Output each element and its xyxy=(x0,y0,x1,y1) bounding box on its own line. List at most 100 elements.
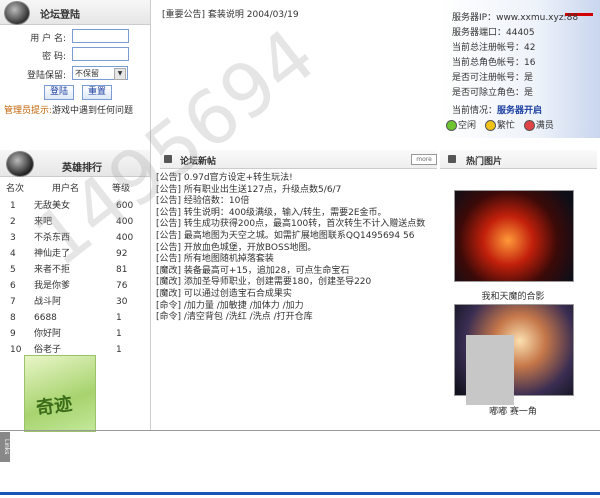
rank-level: 1 xyxy=(116,345,122,355)
ranking-row[interactable]: 1 无敌美女 600 xyxy=(0,198,150,214)
forum-post[interactable]: [公告] 所有职业出生送127点，升级点数5/6/7 xyxy=(156,185,341,196)
server-info-line: 服务器IP：www.xxmu.xyz:88 xyxy=(452,13,579,23)
login-title: 论坛登陆 xyxy=(40,10,80,21)
forum-post[interactable]: [命令] /加力量 /加敏捷 /加体力 /加力 xyxy=(156,301,304,312)
hot-bullet-icon xyxy=(448,155,456,163)
rank-user: 无敌美女 xyxy=(34,201,71,211)
forum-bullet-icon xyxy=(164,155,172,163)
rank-level: 400 xyxy=(116,233,134,243)
ranking-columns: 名次 用户名 等级 xyxy=(0,181,150,195)
server-info-line: 当前总注册帐号：42 xyxy=(452,43,536,53)
rank-level: 76 xyxy=(116,281,128,291)
forum-post[interactable]: [命令] /清空背包 /洗红 /洗点 /打开仓库 xyxy=(156,312,313,323)
rank-number: 3 xyxy=(10,233,16,243)
ranking-title: 英雄排行 xyxy=(62,163,102,174)
forum-title: 论坛新帖 xyxy=(180,157,217,167)
rank-level: 400 xyxy=(116,217,134,227)
forum-post[interactable]: [公告] 经验倍数：10倍 xyxy=(156,196,249,207)
notice-link[interactable]: [重要公告] 套装说明 2004/03/19 xyxy=(162,7,299,20)
admin-tip: 管理员提示:游戏中遇到任何问题 xyxy=(4,103,154,116)
hot-picture-2-caption[interactable]: 嘟嘟 赛一角 xyxy=(454,404,572,417)
rank-user: 神仙走了 xyxy=(34,249,71,259)
username-input[interactable] xyxy=(72,29,129,43)
rank-user: 来者不拒 xyxy=(34,265,71,275)
rank-number: 2 xyxy=(10,217,16,227)
ranking-row[interactable]: 2 来吧 400 xyxy=(0,214,150,230)
rank-number: 6 xyxy=(10,281,16,291)
col-user: 用户名 xyxy=(52,184,80,194)
rank-number: 8 xyxy=(10,313,16,323)
admin-tip-text: 游戏中遇到任何问题 xyxy=(52,106,134,116)
forum-post[interactable]: [公告] 开放血色城堡，开放BOSS地图。 xyxy=(156,243,316,254)
rank-number: 7 xyxy=(10,297,16,307)
rank-number: 5 xyxy=(10,265,16,275)
forum-post[interactable]: [公告] 0.97d官方设定+转生玩法! xyxy=(156,173,293,184)
ranking-row[interactable]: 7 战斗阿 30 xyxy=(0,294,150,310)
rank-level: 1 xyxy=(116,329,122,339)
idle-status-icon xyxy=(446,120,457,131)
rank-user: 6688 xyxy=(34,313,57,323)
busy-status-icon xyxy=(484,120,496,131)
ranking-row[interactable]: 8 6688 1 xyxy=(0,310,150,326)
forum-post[interactable]: [公告] 转生成功获得200点，最高100转，首次转生不计入赠送点数 xyxy=(156,219,425,230)
server-legend: 空闲 繁忙 满员 xyxy=(446,120,586,132)
rank-level: 30 xyxy=(116,297,128,307)
rank-number: 9 xyxy=(10,329,16,339)
ranking-row[interactable]: 6 我是你爹 76 xyxy=(0,278,150,294)
reset-button[interactable]: 重置 xyxy=(82,85,112,100)
footer-divider xyxy=(0,430,600,431)
forum-post[interactable]: [公告] 转生说明：400级满级，输入/转生，需要2E金币。 xyxy=(156,208,387,219)
rank-number: 4 xyxy=(10,249,16,259)
forum-post[interactable]: [魔改] 可以通过创造宝石合成果实 xyxy=(156,289,292,300)
rank-user: 我是你爹 xyxy=(34,281,71,291)
forum-post[interactable]: [魔改] 装备最高可+15，追加28，可点生命宝石 xyxy=(156,266,349,277)
password-input[interactable] xyxy=(72,47,129,61)
ranking-avatar xyxy=(6,151,34,177)
hot-pictures-header xyxy=(440,150,597,169)
hot-pictures-title: 热门图片 xyxy=(466,157,503,167)
forum-post[interactable]: [公告] 所有地图随机掉落套装 xyxy=(156,254,274,265)
rank-user: 你好阿 xyxy=(34,329,62,339)
forum-more-button[interactable]: more xyxy=(411,154,437,165)
login-button[interactable]: 登陆 xyxy=(44,85,74,100)
legend-busy: 繁忙 xyxy=(496,121,515,131)
ranking-row[interactable]: 9 你好阿 1 xyxy=(0,326,150,342)
server-status-value: 服务器开启 xyxy=(497,106,543,116)
forum-post[interactable]: [魔改] 添加圣导师职业，创建需要180，创建圣导220 xyxy=(156,277,371,288)
server-info-line: 当前总角色帐号：16 xyxy=(452,58,536,68)
server-info-line: 是否可注册帐号：是 xyxy=(452,73,534,83)
game-banner-text: 奇迹 xyxy=(34,393,74,420)
rank-user: 来吧 xyxy=(34,217,53,227)
server-info-line: 是否可除立角色：是 xyxy=(452,88,534,98)
rank-level: 1 xyxy=(116,313,122,323)
ranking-row[interactable]: 5 来者不拒 81 xyxy=(0,262,150,278)
server-status-label: 当前情况： xyxy=(452,106,498,116)
username-label: 用 户 名: xyxy=(30,34,66,44)
rank-user: 不杀东西 xyxy=(34,233,71,243)
login-avatar xyxy=(4,1,30,25)
links-tab[interactable]: Links xyxy=(0,432,10,462)
keep-login-label: 登陆保留: xyxy=(26,71,66,81)
column-divider xyxy=(150,0,151,430)
legend-idle: 空闲 xyxy=(458,121,477,131)
keep-login-select[interactable]: 不保留 ▼ xyxy=(72,66,128,80)
keep-login-value: 不保留 xyxy=(75,69,99,78)
admin-tip-label: 管理员提示: xyxy=(4,106,53,116)
ranking-row[interactable]: 4 神仙走了 92 xyxy=(0,246,150,262)
rank-level: 81 xyxy=(116,265,128,275)
rank-level: 92 xyxy=(116,249,128,259)
hot-picture-1[interactable] xyxy=(454,190,574,282)
legend-full: 满员 xyxy=(535,121,554,131)
hot-picture-1-caption[interactable]: 我和天魔的合影 xyxy=(454,289,572,302)
chevron-down-icon: ▼ xyxy=(114,68,126,80)
forum-post[interactable]: [公告] 最高地图为天空之城。如需扩展地图联系QQ1495694 56 xyxy=(156,231,414,242)
rank-level: 600 xyxy=(116,201,134,211)
rank-number: 1 xyxy=(10,201,16,211)
ranking-row[interactable]: 3 不杀东西 400 xyxy=(0,230,150,246)
col-rank: 名次 xyxy=(6,184,25,194)
footer-blue-line xyxy=(0,492,600,495)
server-status: 当前情况：服务器开启 xyxy=(452,105,592,117)
rank-number: 10 xyxy=(10,345,22,355)
password-label: 密 码: xyxy=(42,52,66,62)
rank-user: 战斗阿 xyxy=(34,297,62,307)
